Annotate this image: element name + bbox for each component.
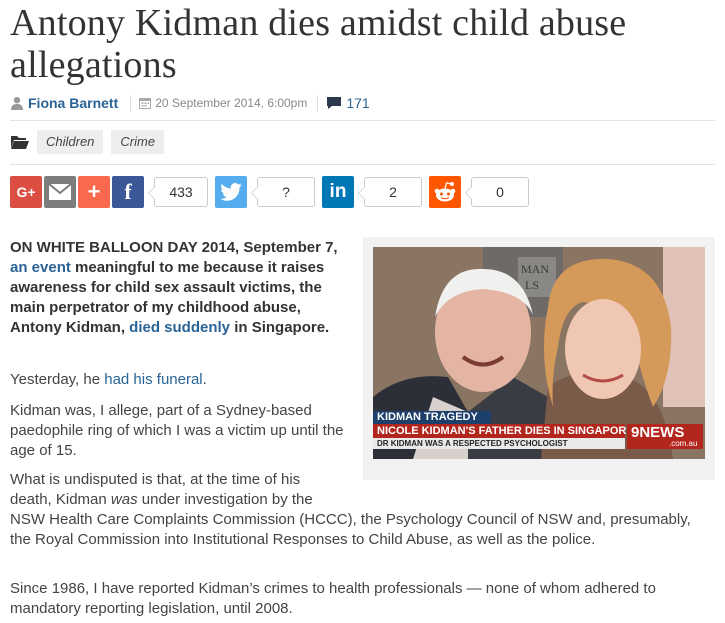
more-share-button[interactable]: + [78,176,110,208]
publish-date: 20 September 2014, 6:00pm [155,96,308,110]
paragraph-text: Yesterday, he [10,371,105,388]
meta-divider [130,95,132,111]
background-sign-text: MAN [521,262,549,276]
email-icon [49,184,71,200]
meta-divider [317,95,319,111]
lede-text: in Singapore. [230,319,330,336]
white-balloon-day-link[interactable]: an event [10,259,71,276]
divider-line [10,120,715,121]
article-figure: MAN LS KIDMAN TRAGEDY NICOLE KIDMAN'S FA… [363,237,715,480]
lede-text: ON WHITE BALLOON DAY 2014, September 7, [10,239,338,256]
twitter-share-button[interactable] [215,176,247,208]
comment-icon [327,97,342,109]
paragraph-text: . [202,371,207,388]
facebook-share-count: 433 [148,177,208,207]
share-bar: G+ + f 433 ? in 2 0 [10,176,529,208]
linkedin-share-count: 2 [358,177,422,207]
caption-tag: KIDMAN TRAGEDY [373,411,491,424]
funeral-link[interactable]: had his funeral [104,371,202,388]
article-lede: ON WHITE BALLOON DAY 2014, September 7, … [10,238,350,338]
died-suddenly-link[interactable]: died suddenly [129,319,230,336]
paragraph-emphasis: was [110,491,138,508]
news-photo: MAN LS KIDMAN TRAGEDY NICOLE KIDMAN'S FA… [373,247,705,459]
network-logo-text: 9NEWS [631,424,685,441]
paragraph-investigation: NSW Health Care Complaints Commission (H… [10,511,691,548]
article-meta: Fiona Barnett 20 September 2014, 6:00pm … [10,93,370,113]
paragraph-allegation: Kidman was, I allege, part of a Sydney-b… [10,402,344,459]
category-tag-crime[interactable]: Crime [111,130,165,154]
category-list: Children Crime [10,130,172,154]
paragraph-funeral: Yesterday, he had his funeral. [10,370,350,390]
folder-open-icon [11,136,29,149]
twitter-bird-icon [220,183,242,201]
background-sign-text: LS [525,278,539,292]
reddit-share-button[interactable] [429,176,461,208]
googleplus-share-button[interactable]: G+ [10,176,42,208]
category-tag-children[interactable]: Children [37,130,104,154]
reddit-share-count: 0 [465,177,529,207]
facebook-share-button[interactable]: f [112,176,144,208]
calendar-icon [139,98,152,109]
divider-line [10,164,715,165]
user-icon [11,97,23,110]
network-logo: 9NEWS .com.au [627,424,703,449]
paragraph-investigation-intro: What is undisputed is that, at the time … [10,470,345,510]
paragraph-reports: Since 1986, I have reported Kidman’s cri… [10,580,656,617]
network-logo-domain: .com.au [669,439,698,448]
twitter-share-count: ? [251,177,315,207]
caption-headline: NICOLE KIDMAN'S FATHER DIES IN SINGAPORE [373,424,634,438]
article-title: Antony Kidman dies amidst child abuse al… [10,2,627,86]
comments-count-link[interactable]: 171 [346,95,369,111]
paragraph-text: under investigation by the [137,491,313,508]
reddit-alien-icon [434,182,456,202]
email-share-button[interactable] [44,176,76,208]
caption-subline: DR KIDMAN WAS A RESPECTED PSYCHOLOGIST [373,438,625,449]
linkedin-share-button[interactable]: in [322,176,354,208]
author-link[interactable]: Fiona Barnett [28,95,118,111]
article-page: Antony Kidman dies amidst child abuse al… [0,0,725,623]
